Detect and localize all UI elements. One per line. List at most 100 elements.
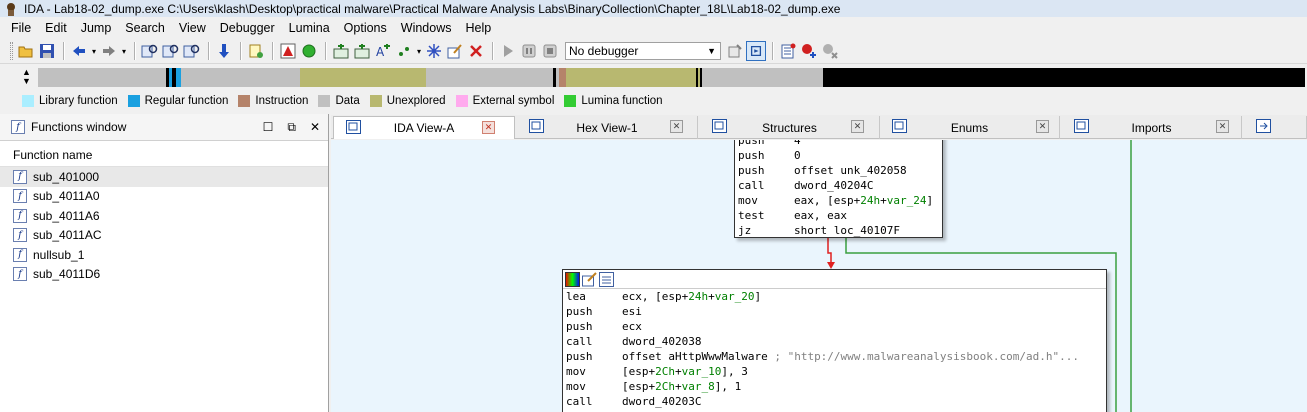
open-file-icon[interactable]	[16, 41, 36, 61]
function-list-item[interactable]: f sub_4011A6	[0, 206, 328, 226]
asm-operands: offset aHttpWwwMalware ; "http://www.mal…	[622, 350, 1079, 363]
pause-debugger-icon[interactable]	[519, 41, 539, 61]
asm-line[interactable]: push ecx	[563, 319, 1106, 334]
tab-close-icon[interactable]: ✕	[670, 120, 683, 133]
function-list-item[interactable]: f sub_4011D6	[0, 265, 328, 285]
menu-lumina[interactable]: Lumina	[282, 21, 337, 35]
node-group-icon[interactable]	[599, 271, 614, 287]
switch-debugger-icon[interactable]	[746, 41, 766, 61]
asm-line[interactable]: push esi	[563, 304, 1106, 319]
menu-edit[interactable]: Edit	[38, 21, 74, 35]
asm-line[interactable]: push 4	[735, 140, 942, 148]
menu-debugger[interactable]: Debugger	[213, 21, 282, 35]
legend-swatch	[127, 95, 140, 107]
asm-line[interactable]: jz short loc_40107F	[735, 223, 942, 238]
function-list-item[interactable]: f sub_4011AC	[0, 226, 328, 246]
make-array-icon[interactable]	[394, 41, 414, 61]
menu-view[interactable]: View	[172, 21, 213, 35]
node-rename-icon[interactable]	[582, 271, 597, 287]
asm-line[interactable]: lea ecx, [esp+24h+var_20]	[563, 289, 1106, 304]
close-icon[interactable]: ✕	[310, 120, 320, 135]
forward-arrow-icon[interactable]	[99, 41, 119, 61]
tab-imports[interactable]: Imports ✕	[1062, 116, 1242, 139]
asm-line[interactable]: push 0	[735, 148, 942, 163]
back-dropdown-icon[interactable]: ▾	[90, 41, 98, 61]
asm-line[interactable]: call dword_40204C	[735, 178, 942, 193]
ida-graph-view[interactable]: push 4 push 0 push offset unk_402058 call dword…	[331, 140, 1307, 412]
nav-segment	[38, 68, 166, 87]
asm-line[interactable]: test eax, eax	[735, 208, 942, 223]
asm-operands: 0	[794, 149, 801, 162]
stop-debugger-icon[interactable]	[540, 41, 560, 61]
asm-line[interactable]: mov eax, [esp+24h+var_24]	[735, 193, 942, 208]
function-list-item[interactable]: f nullsub_1	[0, 245, 328, 265]
toolbar-grip[interactable]	[10, 42, 13, 60]
attach-process-icon[interactable]	[725, 41, 745, 61]
asm-line[interactable]: call dword_402038	[563, 334, 1106, 349]
navigation-bar[interactable]	[38, 68, 1305, 87]
legend-item: Regular function	[127, 95, 228, 107]
menu-search[interactable]: Search	[118, 21, 172, 35]
make-string-icon[interactable]: A	[373, 41, 393, 61]
asm-line[interactable]: call dword_40203C	[563, 394, 1106, 409]
make-data-icon[interactable]	[352, 41, 372, 61]
legend-label: Lumina function	[581, 95, 663, 107]
legend-swatch	[318, 95, 331, 107]
legend-swatch	[369, 95, 382, 107]
undefine-icon[interactable]	[424, 41, 444, 61]
forward-dropdown-icon[interactable]: ▾	[120, 41, 128, 61]
search-binary-icon[interactable]	[161, 41, 181, 61]
tab-close-icon[interactable]: ✕	[1216, 120, 1229, 133]
float-icon[interactable]: ⧉	[287, 120, 296, 135]
asm-mnemonic: lea	[566, 290, 586, 303]
tab-ida-view-a[interactable]: IDA View-A ✕	[333, 116, 515, 139]
function-list-item[interactable]: f sub_4011A0	[0, 187, 328, 207]
script-run-icon[interactable]	[246, 41, 266, 61]
breakpoint-list-icon[interactable]	[778, 41, 798, 61]
delete-function-icon[interactable]	[466, 41, 486, 61]
graph-node-block-2[interactable]: lea ecx, [esp+24h+var_20] push esi push ecx ca…	[562, 269, 1107, 412]
search-text-icon[interactable]	[140, 41, 160, 61]
asm-stack-var: var_24	[886, 194, 927, 207]
edit-function-icon[interactable]	[445, 41, 465, 61]
function-name: nullsub_1	[33, 247, 85, 262]
tab-close-icon[interactable]: ✕	[482, 121, 495, 134]
menu-windows[interactable]: Windows	[394, 21, 459, 35]
function-list-item[interactable]: f sub_401000	[0, 167, 328, 187]
graph-node-block-1[interactable]: push 4 push 0 push offset unk_402058 call dword…	[734, 140, 943, 238]
menu-jump[interactable]: Jump	[74, 21, 119, 35]
make-array-dropdown-icon[interactable]: ▾	[415, 41, 423, 61]
asm-line[interactable]: push offset unk_402058	[735, 163, 942, 178]
add-breakpoint-icon[interactable]	[799, 41, 819, 61]
warning-icon[interactable]	[278, 41, 298, 61]
menu-file[interactable]: File	[4, 21, 38, 35]
tab-structures[interactable]: Structures ✕	[700, 116, 880, 139]
asm-line[interactable]: mov [esp+2Ch+var_10], 3	[563, 364, 1106, 379]
asm-operands: offset unk_402058	[794, 164, 907, 177]
asm-line[interactable]: mov [esp+2Ch+var_8], 1	[563, 379, 1106, 394]
legend-label: Unexplored	[386, 95, 446, 107]
save-icon[interactable]	[37, 41, 57, 61]
debugger-select[interactable]: No debugger ▼	[565, 42, 721, 60]
menu-options[interactable]: Options	[337, 21, 394, 35]
tab-close-icon[interactable]: ✕	[1036, 120, 1049, 133]
asm-line[interactable]: push offset aHttpWwwMalware ; "http://www…	[563, 349, 1106, 364]
start-debugger-icon[interactable]	[498, 41, 518, 61]
restore-icon[interactable]: ☐	[263, 120, 274, 135]
search-immediate-icon[interactable]	[182, 41, 202, 61]
tab-hex-view-1[interactable]: Hex View-1 ✕	[517, 116, 698, 139]
legend-label: Data	[335, 95, 360, 107]
tab-enums[interactable]: Enums ✕	[880, 116, 1060, 139]
make-code-icon[interactable]	[331, 41, 351, 61]
tab-label: Enums	[950, 120, 989, 135]
delete-breakpoint-icon[interactable]	[820, 41, 840, 61]
back-arrow-icon[interactable]	[69, 41, 89, 61]
jump-down-icon[interactable]	[214, 41, 234, 61]
column-header-function-name[interactable]: Function name	[0, 143, 328, 167]
node-color-icon[interactable]	[565, 271, 580, 287]
nav-arrows[interactable]: ▲ ▼	[22, 68, 31, 86]
green-circle-icon[interactable]	[299, 41, 319, 61]
menu-help[interactable]: Help	[458, 21, 498, 35]
tab-close-icon[interactable]: ✕	[851, 120, 864, 133]
tab-more[interactable]	[1244, 116, 1307, 139]
